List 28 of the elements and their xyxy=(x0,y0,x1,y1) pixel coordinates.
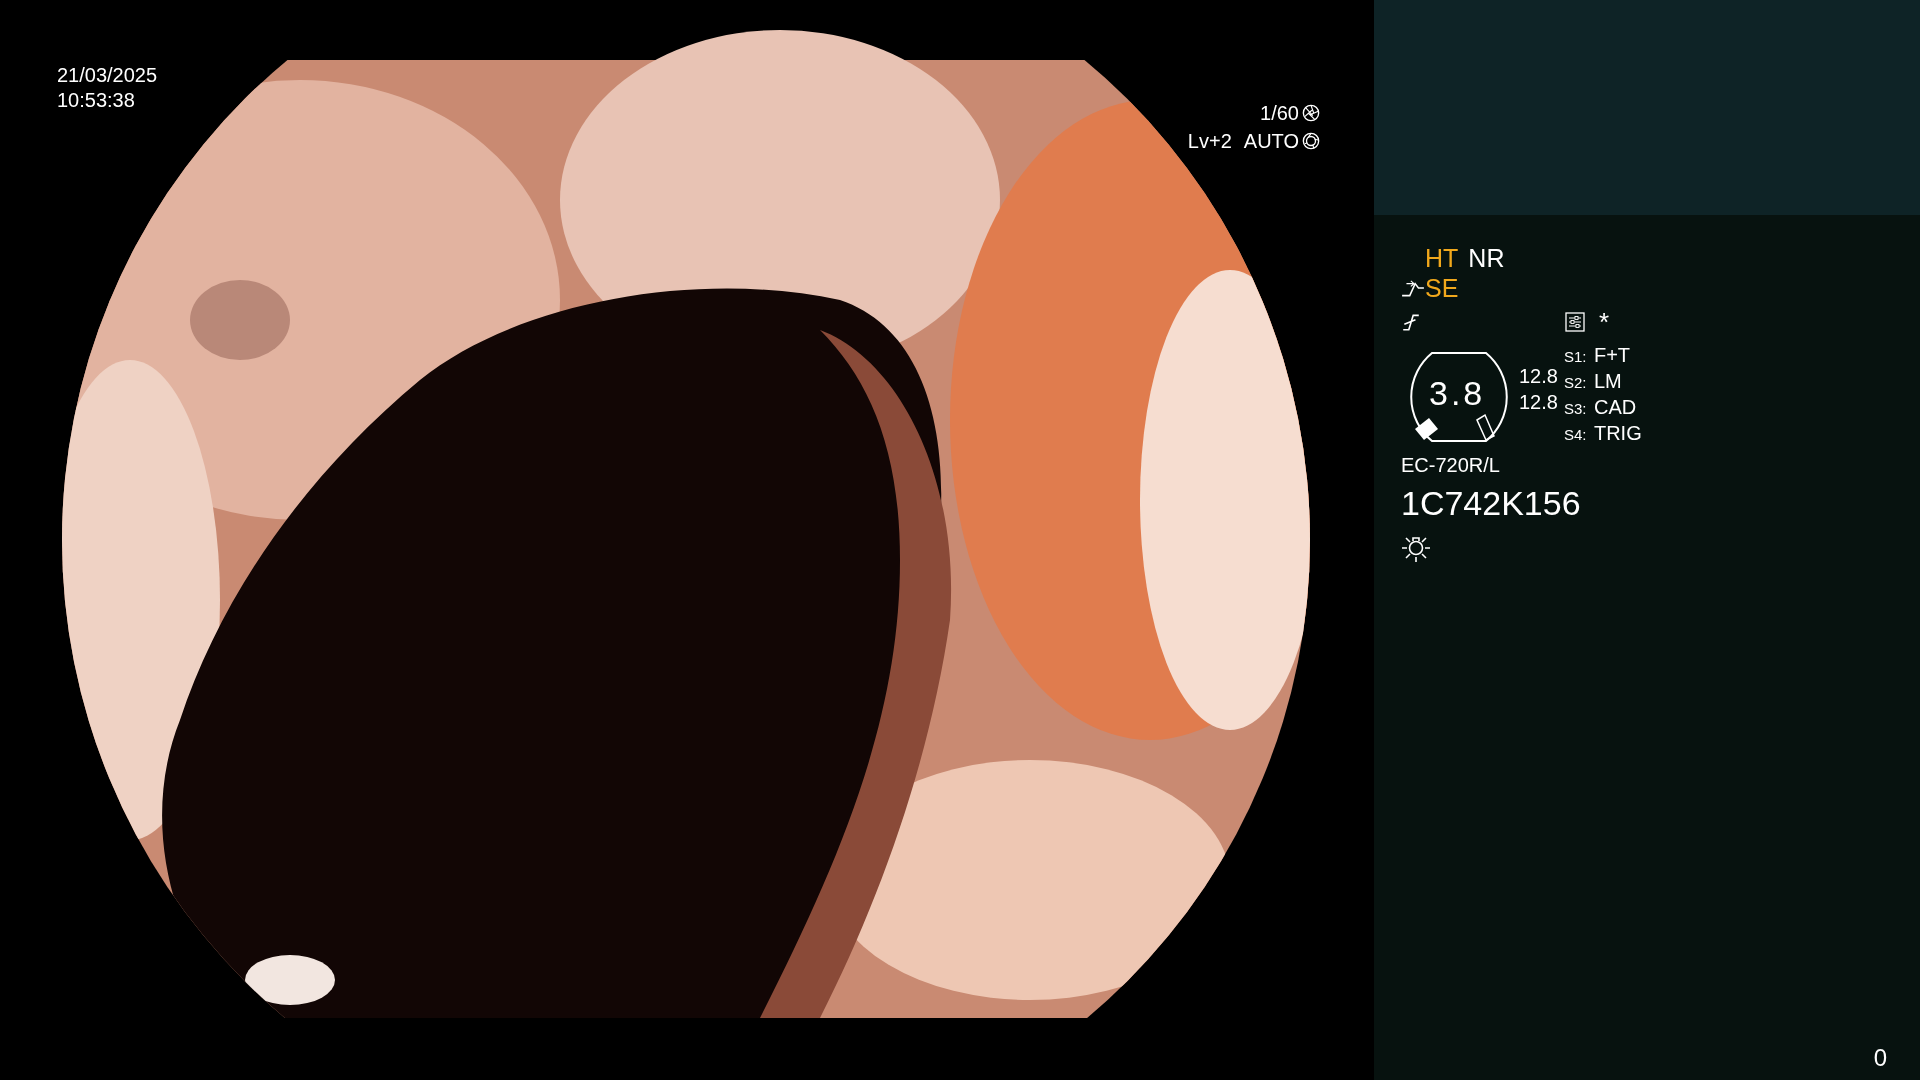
switch-key: S3: xyxy=(1563,396,1594,421)
switch-key: S4: xyxy=(1563,422,1594,447)
mode-label: HT xyxy=(1425,243,1459,273)
switch-function: LM xyxy=(1593,369,1622,394)
counter-value: 0 xyxy=(1873,1044,1887,1072)
date-text: 21/03/2025 xyxy=(57,63,158,88)
curve-icon xyxy=(1401,279,1425,297)
brightness-level: Lv+2 xyxy=(1187,129,1232,154)
exposure-mode: AUTO xyxy=(1243,129,1299,154)
zoom-value: 3.8 xyxy=(1429,375,1486,411)
scope-model: EC-720R/L xyxy=(1401,453,1500,477)
switch-key: S2: xyxy=(1563,370,1594,395)
switch-function: F+T xyxy=(1593,343,1631,368)
shutter-speed: 1/60 xyxy=(1260,101,1299,126)
slash-f-icon xyxy=(1401,312,1421,332)
mode-label: NR xyxy=(1468,243,1505,273)
aperture-icon xyxy=(1302,104,1320,122)
reading-value: 12.8 xyxy=(1519,390,1558,415)
switch-function: TRIG xyxy=(1593,421,1642,446)
settings-icon xyxy=(1565,312,1585,332)
reading-value: 12.8 xyxy=(1519,364,1558,389)
switch-key: S1: xyxy=(1563,344,1594,369)
switch-function: CAD xyxy=(1593,395,1637,420)
ring-icon xyxy=(1302,132,1320,150)
mode-label: SE xyxy=(1425,273,1459,303)
asterisk-mark: * xyxy=(1599,309,1610,335)
serial-number: 1C742K156 xyxy=(1401,483,1581,523)
time-text: 10:53:38 xyxy=(57,88,136,113)
